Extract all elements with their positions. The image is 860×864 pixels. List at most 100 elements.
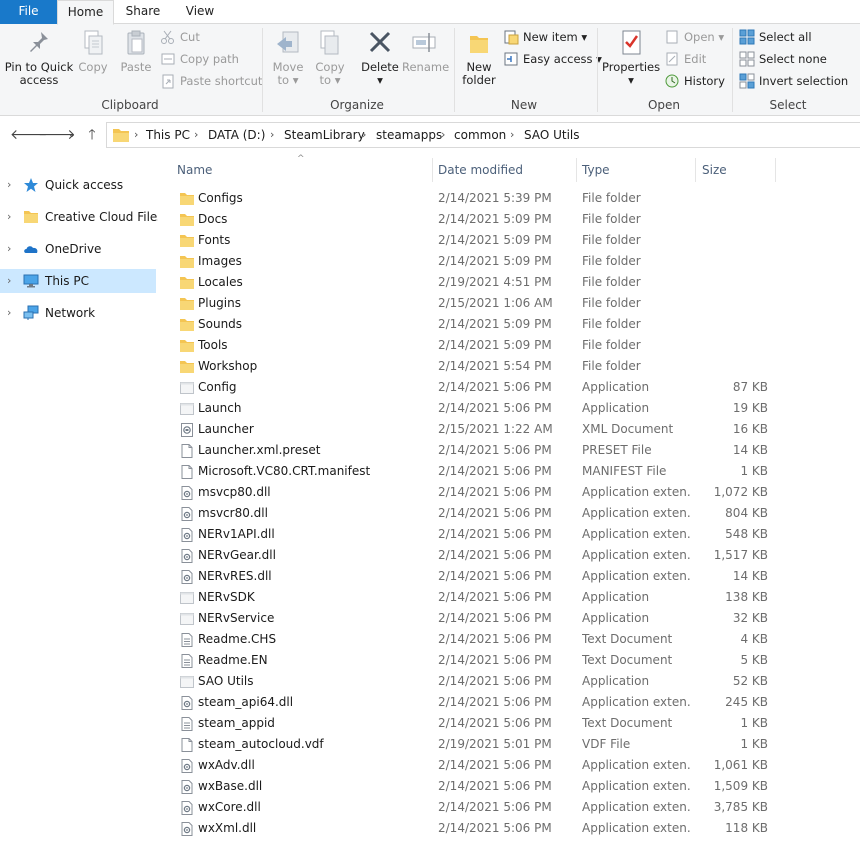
column-divider[interactable] — [695, 158, 696, 182]
column-header-type[interactable]: Type — [582, 154, 692, 186]
folder-row[interactable]: Docs 2/14/2021 5:09 PM File folder — [175, 209, 775, 230]
folder-row[interactable]: Locales 2/19/2021 4:51 PM File folder — [175, 272, 775, 293]
breadcrumb-item-current[interactable]: SAO Utils — [524, 123, 580, 147]
file-row[interactable]: steam_autocloud.vdf 2/19/2021 5:01 PM VDF … — [175, 734, 775, 755]
easy-access-button[interactable]: Easy access ▾ — [503, 49, 602, 69]
file-row[interactable]: steam_appid 2/14/2021 5:06 PM Text Documen… — [175, 713, 775, 734]
file-row[interactable]: Launch 2/14/2021 5:06 PM Application 19 KB — [175, 398, 775, 419]
file-row[interactable]: SAO Utils 2/14/2021 5:06 PM Application 52 … — [175, 671, 775, 692]
new-item-button[interactable]: New item ▾ — [503, 27, 593, 47]
move-to-button[interactable]: Move to ▾ — [268, 28, 308, 87]
folder-row[interactable]: Sounds 2/14/2021 5:09 PM File folder — [175, 314, 775, 335]
expand-chevron-icon[interactable]: › — [7, 178, 11, 192]
breadcrumb-item[interactable]: DATA (D:) — [208, 123, 265, 147]
file-row[interactable]: steam_api64.dll 2/14/2021 5:06 PM Applicat… — [175, 692, 775, 713]
column-divider[interactable] — [775, 158, 776, 182]
group-divider — [454, 28, 455, 112]
file-row[interactable]: Launcher.xml.preset 2/14/2021 5:06 PM PRES… — [175, 440, 775, 461]
breadcrumb-item[interactable]: SteamLibrary — [284, 123, 365, 147]
select-all-button[interactable]: Select all — [739, 27, 857, 47]
expand-chevron-icon[interactable]: › — [7, 242, 11, 256]
file-size: 1,517 KB — [713, 548, 768, 562]
breadcrumb-separator-icon[interactable]: › — [134, 123, 138, 147]
invert-selection-button[interactable]: Invert selection — [739, 71, 857, 91]
column-header-name[interactable]: Name — [177, 154, 427, 186]
tab-view[interactable]: View — [176, 0, 224, 24]
open-button[interactable]: Open ▾ — [664, 27, 728, 47]
new-folder-icon — [470, 36, 488, 53]
tab-home[interactable]: Home — [57, 0, 114, 25]
file-row[interactable]: wxXml.dll 2/14/2021 5:06 PM Application ex… — [175, 818, 775, 839]
file-row[interactable]: Readme.EN 2/14/2021 5:06 PM Text Document 5… — [175, 650, 775, 671]
paste-button[interactable]: Paste — [118, 28, 154, 74]
nav-item-this-pc[interactable]: › This PC — [0, 269, 156, 293]
file-row[interactable]: NERvSDK 2/14/2021 5:06 PM Application 138 K… — [175, 587, 775, 608]
properties-button[interactable]: Properties ▾ — [602, 28, 660, 87]
nav-item-network[interactable]: › Network — [0, 301, 156, 325]
folder-row[interactable]: Fonts 2/14/2021 5:09 PM File folder — [175, 230, 775, 251]
file-row[interactable]: msvcr80.dll 2/14/2021 5:06 PM Application … — [175, 503, 775, 524]
file-date-modified: 2/14/2021 5:06 PM — [438, 548, 552, 562]
column-divider[interactable] — [576, 158, 577, 182]
breadcrumb-separator-icon[interactable]: › — [441, 123, 445, 147]
copy-path-button[interactable]: Copy path — [160, 49, 260, 69]
nav-item-quick-access[interactable]: › Quick access — [0, 173, 156, 197]
file-row[interactable]: wxCore.dll 2/14/2021 5:06 PM Application e… — [175, 797, 775, 818]
file-row[interactable]: Launcher 2/15/2021 1:22 AM XML Document 16 … — [175, 419, 775, 440]
file-row[interactable]: Microsoft.VC80.CRT.manifest 2/14/2021 5:0… — [175, 461, 775, 482]
file-row[interactable]: wxBase.dll 2/14/2021 5:06 PM Application e… — [175, 776, 775, 797]
up-arrow-icon[interactable]: 🡑 — [82, 125, 102, 145]
file-row[interactable]: NERv1API.dll 2/14/2021 5:06 PM Application… — [175, 524, 775, 545]
delete-button[interactable]: Delete ▾ — [360, 28, 400, 87]
column-header-size[interactable]: Size — [702, 154, 772, 186]
file-row[interactable]: wxAdv.dll 2/14/2021 5:06 PM Application ex… — [175, 755, 775, 776]
breadcrumb-item[interactable]: common — [454, 123, 506, 147]
forward-arrow-icon[interactable]: 🡒 — [38, 125, 76, 145]
expand-chevron-icon[interactable]: › — [7, 306, 11, 320]
history-button[interactable]: History — [664, 71, 728, 91]
breadcrumb-item[interactable]: steamapps — [376, 123, 442, 147]
pin-to-quick-access-button[interactable]: Pin to Quick access — [4, 28, 74, 87]
breadcrumb-separator-icon[interactable]: › — [270, 123, 274, 147]
file-name: Workshop — [198, 359, 258, 373]
column-divider[interactable] — [432, 158, 433, 182]
file-row[interactable]: Readme.CHS 2/14/2021 5:06 PM Text Document… — [175, 629, 775, 650]
nav-item-onedrive[interactable]: › OneDrive — [0, 237, 156, 261]
folder-row[interactable]: Plugins 2/15/2021 1:06 AM File folder — [175, 293, 775, 314]
expand-chevron-icon[interactable]: › — [7, 274, 11, 288]
nav-item-creative-cloud-files[interactable]: › Creative Cloud Files — [0, 205, 164, 229]
clipboard-group-label: Clipboard — [101, 98, 159, 112]
file-date-modified: 2/14/2021 5:06 PM — [438, 611, 552, 625]
paste-shortcut-button[interactable]: Paste shortcut — [160, 71, 262, 91]
folder-row[interactable]: Tools 2/14/2021 5:09 PM File folder — [175, 335, 775, 356]
file-type: File folder — [582, 296, 641, 310]
copy-button[interactable]: Copy — [76, 28, 110, 74]
rename-button[interactable]: Rename — [402, 28, 449, 74]
file-row[interactable]: NERvRES.dll 2/14/2021 5:06 PM Application … — [175, 566, 775, 587]
folder-row[interactable]: Configs 2/14/2021 5:39 PM File folder — [175, 188, 775, 209]
application-icon — [179, 611, 195, 630]
tab-file[interactable]: File — [0, 0, 57, 24]
breadcrumb-separator-icon[interactable]: › — [510, 123, 514, 147]
breadcrumb-separator-icon[interactable]: › — [194, 123, 198, 147]
back-arrow-icon[interactable]: 🡐 — [10, 125, 48, 145]
folder-row[interactable]: Workshop 2/14/2021 5:54 PM File folder — [175, 356, 775, 377]
file-row[interactable]: Config 2/14/2021 5:06 PM Application 87 KB — [175, 377, 775, 398]
folder-row[interactable]: Images 2/14/2021 5:09 PM File folder — [175, 251, 775, 272]
edit-button[interactable]: Edit — [664, 49, 728, 69]
breadcrumb-separator-icon[interactable]: › — [362, 123, 366, 147]
file-row[interactable]: msvcp80.dll 2/14/2021 5:06 PM Application … — [175, 482, 775, 503]
recent-locations-chevron-icon[interactable]: ⌄ — [62, 125, 82, 145]
tab-share[interactable]: Share — [118, 0, 168, 24]
new-folder-button[interactable]: New folder — [457, 28, 501, 87]
expand-chevron-icon[interactable]: › — [7, 210, 11, 224]
breadcrumb-item[interactable]: This PC — [146, 123, 190, 147]
file-row[interactable]: NERvGear.dll 2/14/2021 5:06 PM Application… — [175, 545, 775, 566]
file-row[interactable]: NERvService 2/14/2021 5:06 PM Application 3… — [175, 608, 775, 629]
edit-label: Edit — [684, 52, 707, 66]
select-none-button[interactable]: Select none — [739, 49, 857, 69]
address-bar[interactable]: › This PC › DATA (D:) › SteamLibrary › s… — [106, 122, 860, 148]
copy-to-button[interactable]: Copy to ▾ — [311, 28, 349, 87]
cut-button[interactable]: Cut — [160, 27, 260, 47]
column-header-date-modified[interactable]: Date modified — [438, 154, 573, 186]
